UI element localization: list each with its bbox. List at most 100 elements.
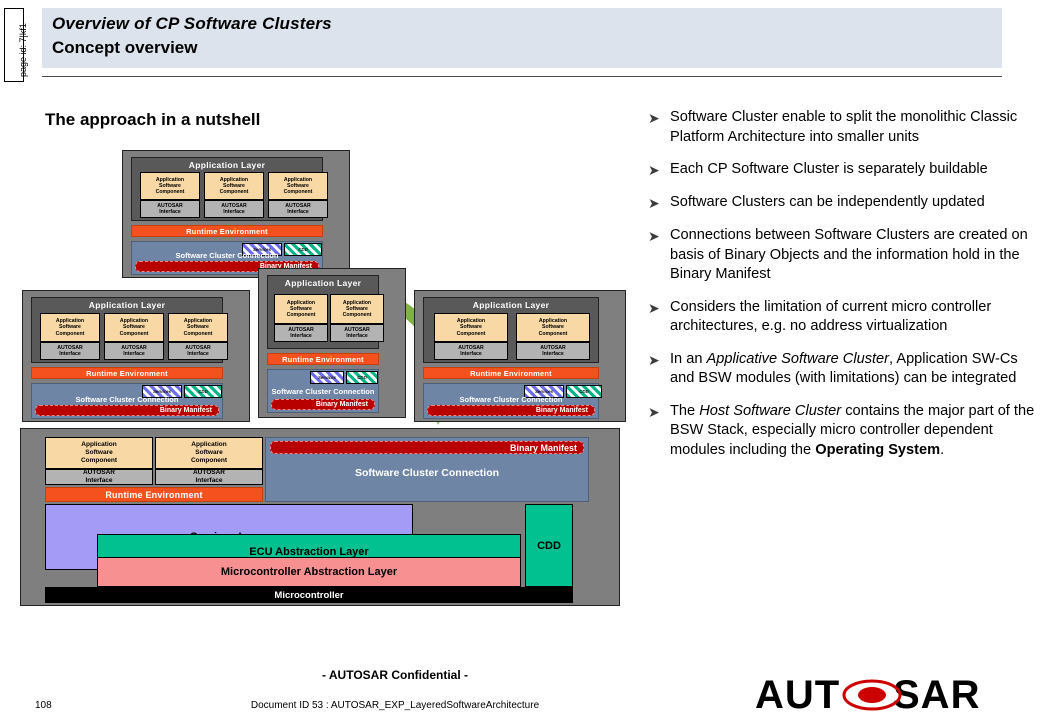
bullet-text: Software Cluster enable to split the mon… [670, 109, 1018, 145]
autosar-interface-box: AUTOSAR Interface [516, 342, 590, 360]
application-layer-right: Application Layer Application Software Com… [423, 297, 599, 363]
autosar-interface-box: AUTOSAR Interface [268, 200, 328, 218]
autosar-interface-box: AUTOSAR Interface [104, 342, 164, 360]
bullet-text: In an Applicative Software Cluster, Appl… [670, 350, 1018, 387]
binary-manifest-middle: Binary Manifest [271, 399, 375, 410]
scc-label: Software Cluster Connection [354, 467, 500, 479]
swc-box: Application Software Component [155, 437, 263, 469]
list-item: ➤ In an Applicative Software Cluster, Ap… [648, 350, 1038, 389]
section-heading: The approach in a nutshell [45, 110, 261, 129]
swc-box: Application Software Component [434, 313, 508, 342]
software-cluster-connection-host: Binary Manifest Software Cluster Connect… [265, 437, 589, 502]
binary-manifest-host: Binary Manifest [270, 441, 584, 454]
page-id-tab: page id: 7|kf1 [4, 8, 28, 82]
microcontroller-block: Microcontroller [45, 587, 573, 603]
autosar-interface-box: AUTOSAR Interface [168, 342, 228, 360]
autosar-interface-box: AUTOSAR Interface [140, 200, 200, 218]
autosar-interface-box: AUTOSAR Interface [274, 324, 328, 342]
bullet-text: The Host Software Cluster contains the m… [670, 402, 1035, 458]
runtime-environment-right: Runtime Environment [423, 367, 599, 379]
chevron-bullet-icon: ➤ [648, 195, 660, 211]
application-layer-title: Application Layer [88, 300, 166, 310]
chevron-bullet-icon: ➤ [648, 299, 660, 316]
cluster-right[interactable]: Applicative Software Cluster Application… [414, 290, 677, 422]
header-divider [42, 76, 1002, 77]
bullet-text: Connections between Software Clusters ar… [670, 227, 1028, 282]
software-cluster-diagram: Applicative Software Cluster Application… [0, 140, 679, 610]
swc-box: Application Software Component [330, 294, 384, 324]
swc-box: Application Software Component [140, 172, 200, 200]
autosar-interface-box: AUTOSAR Interface [434, 342, 508, 360]
chevron-bullet-icon: ➤ [648, 351, 660, 368]
cluster-side-label-right: Applicative Software Cluster [666, 303, 677, 419]
page-title: Overview of CP Software Clusters [52, 14, 332, 33]
runtime-environment-middle: Runtime Environment [267, 353, 379, 365]
software-cluster-connection-right: Services CDD Software Cluster Connection… [423, 383, 602, 419]
software-cluster-connection-middle: Services CDD Software Cluster Connection… [267, 369, 379, 413]
svg-text:SAR: SAR [893, 676, 980, 716]
software-cluster-connection-left: Services CDD Software Cluster Connection… [31, 383, 223, 419]
autosar-interface-box: AUTOSAR Interface [330, 324, 384, 342]
runtime-environment-left: Runtime Environment [31, 367, 223, 379]
confidential-notice: - AUTOSAR Confidential - [322, 668, 468, 682]
list-item: ➤ Software Cluster enable to split the m… [648, 108, 1038, 147]
scc-label: Software Cluster Connection [175, 251, 279, 260]
host-cluster-side-label: Host Software Cluster [663, 456, 679, 593]
swc-box: Application Software Component [45, 437, 153, 469]
slide-page: page id: 7|kf1 Overview of CP Software C… [0, 0, 1040, 720]
header-bar: Overview of CP Software Clusters Concept… [42, 8, 1002, 68]
list-item: ➤ Software Clusters can be independently… [648, 193, 1038, 213]
host-software-cluster[interactable]: Host Software Cluster Application Softwar… [20, 428, 679, 606]
bullet-list: ➤ Software Cluster enable to split the m… [648, 108, 1038, 473]
swc-box: Application Software Component [268, 172, 328, 200]
svg-text:AUT: AUT [755, 676, 840, 716]
application-layer-left: Application Layer Application Software Com… [31, 297, 228, 363]
cluster-side-label-middle: Applicative Software Cluster [384, 272, 456, 414]
cluster-middle[interactable]: Applicative Software Cluster Application… [258, 268, 456, 418]
list-item: ➤ Considers the limitation of current mi… [648, 298, 1038, 337]
scc-label: Software Cluster Connection [271, 387, 375, 396]
bullet-text: Each CP Software Cluster is separately b… [670, 161, 988, 177]
chevron-bullet-icon: ➤ [648, 110, 660, 126]
document-id: Document ID 53 : AUTOSAR_EXP_LayeredSoft… [250, 700, 540, 711]
application-layer-title: Application Layer [188, 160, 266, 170]
chevron-bullet-icon: ➤ [648, 228, 660, 244]
bullet-text: Software Clusters can be independently u… [670, 194, 985, 210]
swc-box: Application Software Component [516, 313, 590, 342]
autosar-interface-box: AUTOSAR Interface [204, 200, 264, 218]
services-hatch-box: Services [310, 371, 344, 384]
runtime-environment-host: Runtime Environment [45, 487, 263, 502]
bullet-text: Considers the limitation of current micr… [670, 298, 992, 335]
autosar-interface-box: AUTOSAR Interface [40, 342, 100, 360]
runtime-environment-top: Runtime Environment [131, 225, 323, 237]
swc-box: Application Software Component [104, 313, 164, 342]
autosar-interface-box: AUTOSAR Interface [45, 469, 153, 485]
chevron-bullet-icon: ➤ [648, 162, 660, 178]
application-layer-top: Application Layer Application Software Com… [131, 157, 328, 221]
cluster-side-label-top: Applicative Software Cluster [390, 161, 401, 277]
binary-manifest-left: Binary Manifest [35, 405, 219, 416]
binary-manifest-right: Binary Manifest [427, 405, 595, 416]
swc-box: Application Software Component [40, 313, 100, 342]
cdd-hatch-box: CDD [346, 371, 378, 384]
chevron-bullet-icon: ➤ [648, 403, 660, 420]
cluster-top[interactable]: Applicative Software Cluster Application… [122, 150, 401, 278]
swc-box: Application Software Component [168, 313, 228, 342]
list-item: ➤ Each CP Software Cluster is separately… [648, 160, 1038, 180]
application-layer-title: Application Layer [472, 300, 550, 310]
list-item: ➤ Connections between Software Clusters … [648, 226, 1038, 285]
mcal-layer: Microcontroller Abstraction Layer [97, 557, 521, 587]
page-subtitle: Concept overview [52, 38, 198, 57]
list-item: ➤ The Host Software Cluster contains the… [648, 402, 1038, 461]
swc-box: Application Software Component [204, 172, 264, 200]
cdd-block: CDD [525, 504, 573, 587]
swc-box: Application Software Component [274, 294, 328, 324]
page-id-label: page id: 7|kf1 [18, 23, 28, 77]
scc-label: Software Cluster Connection [459, 395, 563, 404]
autosar-interface-box: AUTOSAR Interface [155, 469, 263, 485]
application-layer-title: Application Layer [284, 278, 362, 288]
application-layer-middle: Application Layer Application Software Com… [267, 275, 384, 349]
autosar-logo: AUT SAR [755, 676, 980, 716]
cluster-side-label-left: Applicative Software Cluster [228, 294, 300, 418]
cluster-left[interactable]: Applicative Software Cluster Application… [22, 290, 300, 422]
